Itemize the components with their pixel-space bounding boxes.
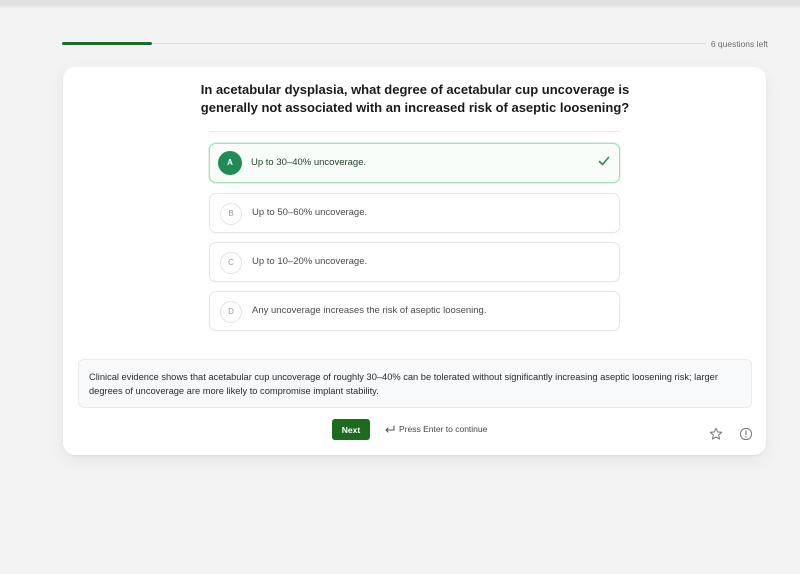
question-text: In acetabular dysplasia, what degree of …	[200, 82, 630, 115]
option-text-c: Up to 10–20% uncoverage.	[252, 256, 368, 267]
option-text-a: Up to 30–40% uncoverage.	[251, 157, 367, 168]
option-c[interactable]: C Up to 10–20% uncoverage.	[209, 242, 620, 282]
option-a[interactable]: A Up to 30–40% uncoverage.	[209, 143, 620, 183]
option-text-b: Up to 50–60% uncoverage.	[252, 207, 368, 218]
check-icon	[598, 156, 610, 166]
star-icon[interactable]	[709, 427, 723, 441]
progress-bar-fill	[62, 42, 153, 45]
option-letter-b: B	[220, 203, 242, 225]
explanation-box: Clinical evidence shows that acetabular …	[78, 359, 752, 408]
enter-hint: Press Enter to continue	[384, 424, 487, 434]
progress-bar	[62, 42, 706, 45]
option-d[interactable]: D Any uncoverage increases the risk of a…	[209, 291, 620, 331]
option-text-d: Any uncoverage increases the risk of ase…	[252, 305, 487, 316]
questions-left-label: 6 questions left	[710, 39, 768, 49]
option-letter-a: A	[218, 151, 242, 175]
question-divider	[209, 131, 621, 132]
enter-return-icon	[385, 425, 395, 433]
option-b[interactable]: B Up to 50–60% uncoverage.	[209, 193, 620, 233]
browser-top-strip-shadow	[0, 6, 800, 8]
enter-hint-text: Press Enter to continue	[399, 424, 488, 434]
option-letter-c: C	[220, 252, 242, 274]
option-letter-d: D	[220, 301, 242, 323]
next-button[interactable]: Next	[332, 419, 370, 440]
question-card: In acetabular dysplasia, what degree of …	[63, 67, 766, 455]
info-icon[interactable]	[739, 427, 753, 441]
